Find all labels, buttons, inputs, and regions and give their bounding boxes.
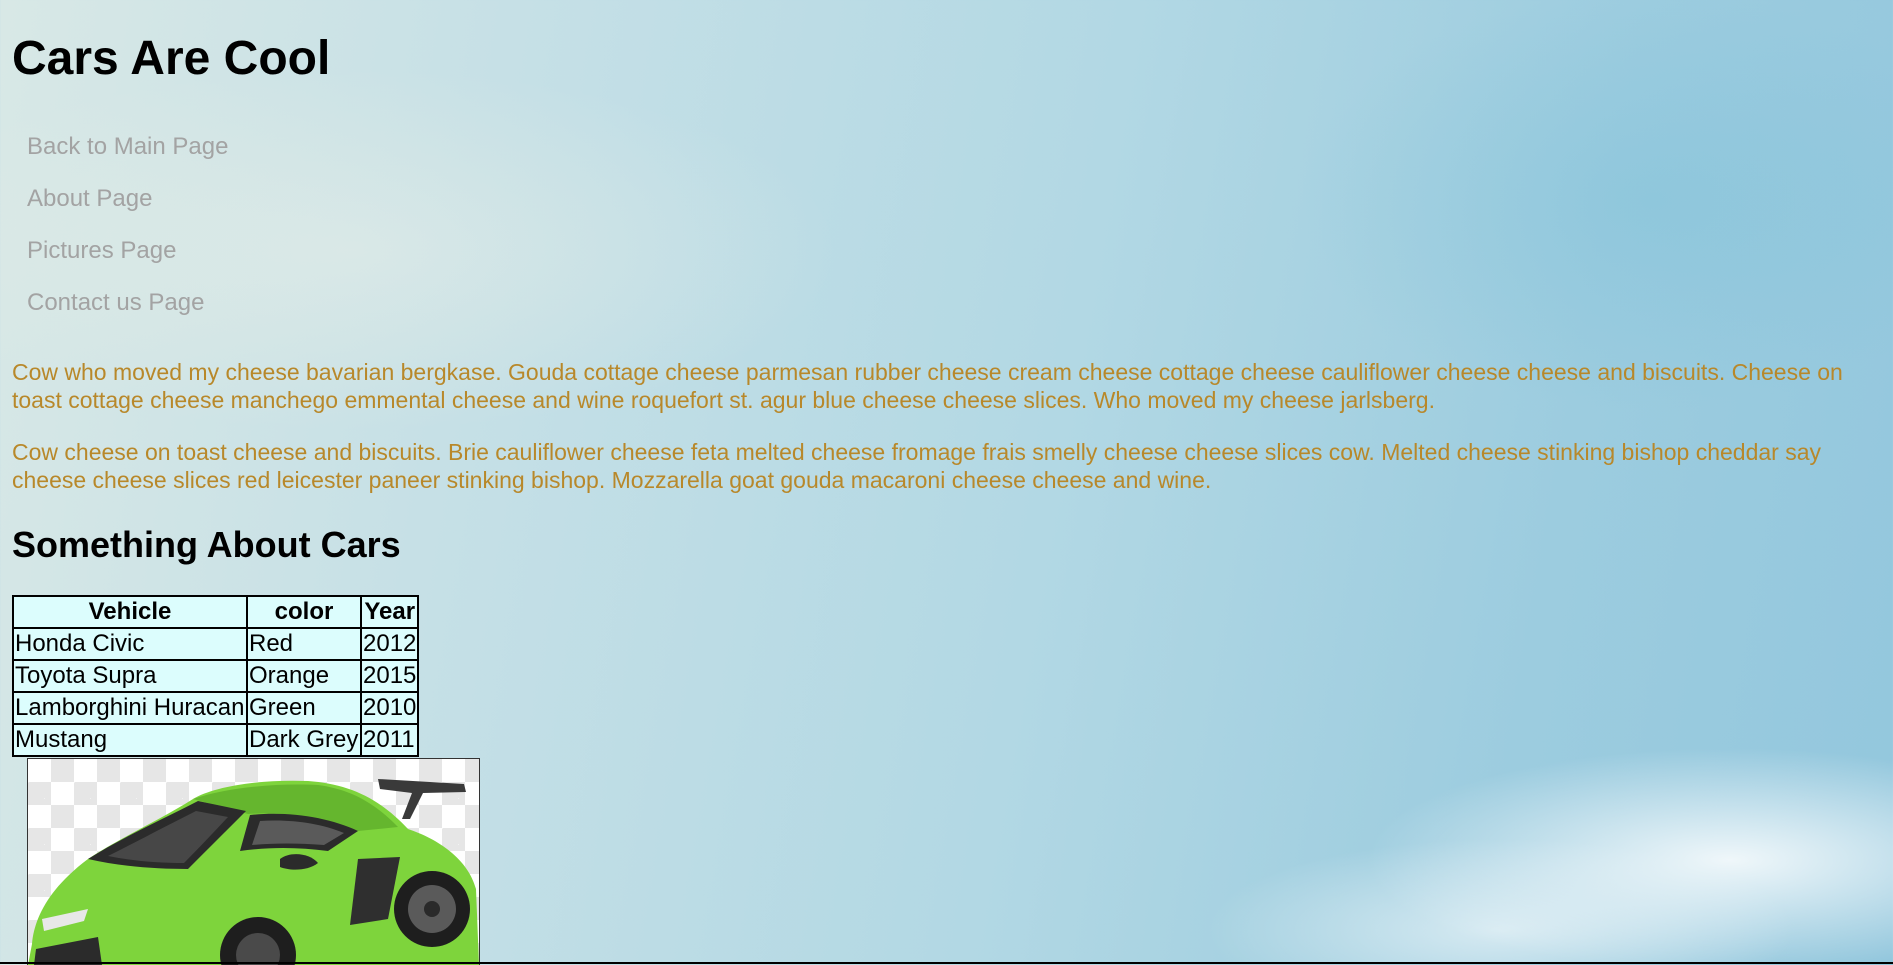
cell-year: 2010 — [361, 692, 419, 724]
nav-link-main[interactable]: Back to Main Page — [27, 134, 228, 160]
nav-item: Contact us Page — [27, 290, 1881, 342]
car-image — [27, 758, 480, 965]
page-content: Cars Are Cool Back to Main Page About Pa… — [12, 0, 1881, 757]
table-row: Mustang Dark Grey 2011 — [13, 724, 419, 756]
column-header-vehicle: Vehicle — [13, 596, 247, 628]
table-row: Toyota Supra Orange 2015 — [13, 660, 419, 692]
cell-color: Dark Grey — [247, 724, 361, 756]
table-row: Honda Civic Red 2012 — [13, 628, 419, 660]
cell-vehicle: Toyota Supra — [13, 660, 247, 692]
cell-color: Red — [247, 628, 361, 660]
section-heading: Something About Cars — [12, 524, 401, 565]
cell-year: 2015 — [361, 660, 419, 692]
nav-item: Pictures Page — [27, 238, 1881, 290]
nav-list: Back to Main Page About Page Pictures Pa… — [12, 134, 1881, 342]
cell-vehicle: Honda Civic — [13, 628, 247, 660]
nav-link-contact[interactable]: Contact us Page — [27, 290, 204, 316]
nav-link-about[interactable]: About Page — [27, 186, 152, 212]
table-header-row: Vehicle color Year — [13, 596, 419, 628]
page-title: Cars Are Cool — [12, 32, 331, 85]
nav-item: Back to Main Page — [27, 134, 1881, 186]
cell-color: Green — [247, 692, 361, 724]
table-row: Lamborghini Huracan Green 2010 — [13, 692, 419, 724]
cell-color: Orange — [247, 660, 361, 692]
paragraph: Cow who moved my cheese bavarian bergkas… — [12, 359, 1843, 413]
column-header-color: color — [247, 596, 361, 628]
nav-item: About Page — [27, 186, 1881, 238]
cell-year: 2012 — [361, 628, 419, 660]
green-sports-car-image — [28, 779, 479, 965]
paragraph: Cow cheese on toast cheese and biscuits.… — [12, 439, 1822, 493]
page-body: { "page": { "title": "Cars Are Cool", "s… — [0, 0, 1893, 965]
column-header-year: Year — [361, 596, 419, 628]
cars-table: Vehicle color Year Honda Civic Red 2012 … — [12, 595, 420, 757]
cell-vehicle: Lamborghini Huracan — [13, 692, 247, 724]
cell-vehicle: Mustang — [13, 724, 247, 756]
nav-link-pictures[interactable]: Pictures Page — [27, 238, 176, 264]
cell-year: 2011 — [361, 724, 419, 756]
